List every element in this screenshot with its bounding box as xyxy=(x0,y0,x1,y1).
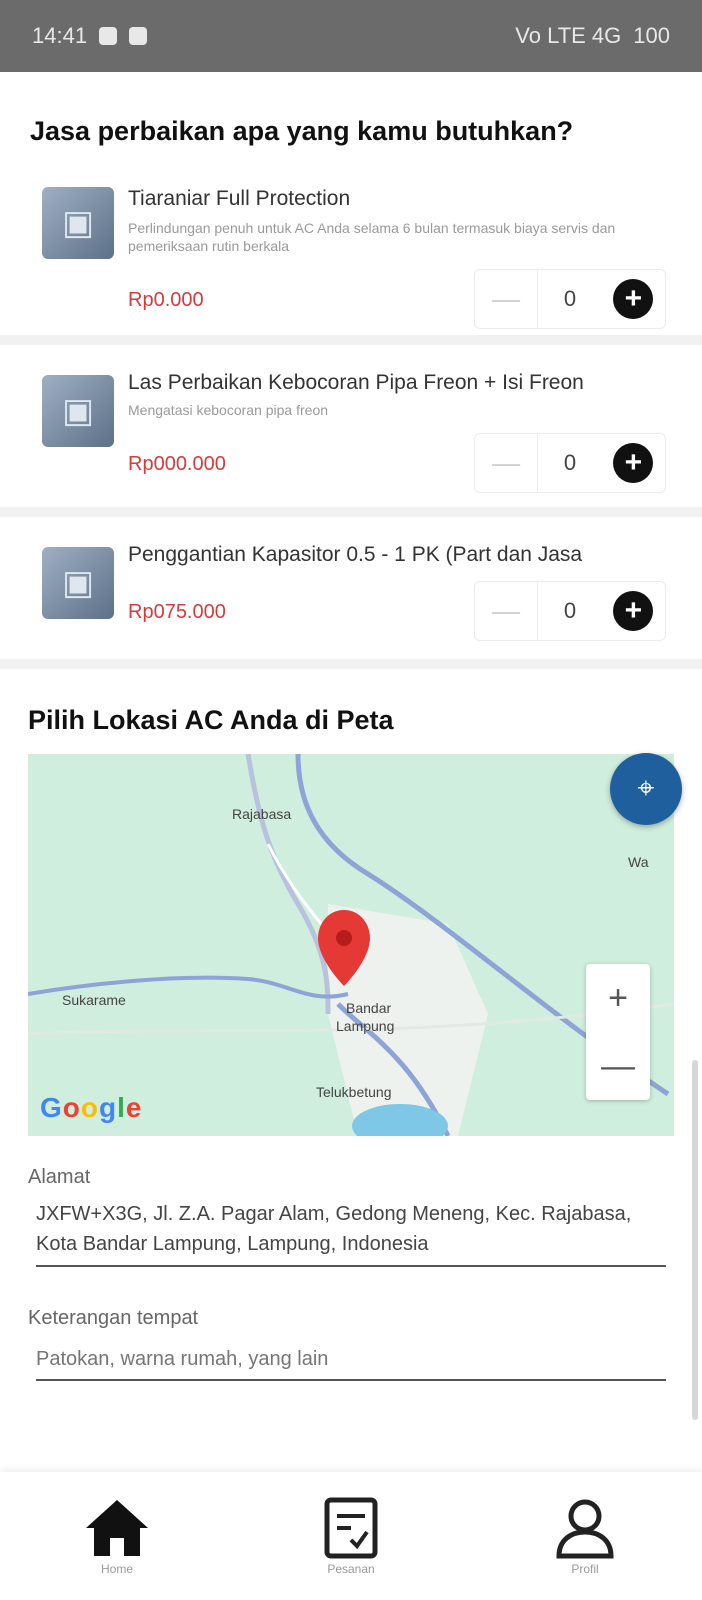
service-image-icon: ▣ xyxy=(42,187,114,259)
locate-icon: ⌖ xyxy=(637,772,655,805)
quantity-value: 0 xyxy=(563,286,577,311)
nav-profile-label: Profil xyxy=(571,1562,599,1576)
main-content[interactable]: Jasa perbaikan apa yang kamu butuhkan? ▣… xyxy=(0,72,702,1472)
service-name: Penggantian Kapasitor 0.5 - 1 PK (Part d… xyxy=(128,543,583,566)
address-field[interactable]: JXFW+X3G, Jl. Z.A. Pagar Alam, Gedong Me… xyxy=(36,1199,666,1267)
decrement-button[interactable]: — xyxy=(475,270,539,328)
service-item: ▣ Tiaraniar Full Protection Perlindungan… xyxy=(0,157,702,345)
google-logo: Google xyxy=(40,1092,143,1123)
map-label: Bandar xyxy=(346,1000,392,1016)
plus-icon: + xyxy=(613,279,654,319)
network-status: Vo LTE 4G xyxy=(515,23,622,48)
zoom-out-button[interactable]: — xyxy=(586,1032,650,1100)
map-label: Telukbetung xyxy=(316,1084,392,1100)
place-note-label: Keterangan tempat xyxy=(28,1307,199,1329)
increment-button[interactable]: + xyxy=(602,582,665,640)
nav-profile[interactable]: Profil xyxy=(525,1496,645,1576)
address-label: Alamat xyxy=(28,1166,91,1188)
zoom-in-button[interactable]: + xyxy=(586,964,650,1032)
increment-button[interactable]: + xyxy=(602,270,665,328)
nav-orders[interactable]: Pesanan xyxy=(291,1496,411,1576)
map-section: Pilih Lokasi AC Anda di Peta ⌖ Rajabasa … xyxy=(0,669,702,1381)
service-name: Las Perbaikan Kebocoran Pipa Freon + Isi… xyxy=(128,371,584,394)
map-label: Wa xyxy=(628,854,649,870)
notification-icon xyxy=(99,27,118,45)
map-label: Rajabasa xyxy=(232,806,292,822)
location-map[interactable]: Rajabasa Sukarame Bandar Lampung Telukbe… xyxy=(28,754,674,1136)
place-note-input[interactable] xyxy=(36,1340,666,1381)
home-icon xyxy=(86,1500,148,1556)
decrement-button[interactable]: — xyxy=(475,434,539,492)
nav-orders-label: Pesanan xyxy=(327,1562,375,1576)
service-description: Mengatasi kebocoran pipa freon xyxy=(128,402,329,418)
locate-button[interactable]: ⌖ xyxy=(610,753,682,825)
scrollbar[interactable] xyxy=(692,1060,698,1420)
service-price: Rp000.000 xyxy=(128,453,226,475)
nav-home-label: Home xyxy=(100,1562,133,1576)
zoom-controls: + — xyxy=(586,964,650,1100)
quantity-stepper: — 0 + xyxy=(474,269,666,329)
quantity-stepper: — 0 + xyxy=(474,433,666,493)
service-description: Perlindungan penuh untuk AC Anda selama … xyxy=(128,220,616,254)
status-bar: 14:41 Vo LTE 4G 100 xyxy=(0,0,702,72)
app-notification-icon xyxy=(129,27,148,45)
map-label: Sukarame xyxy=(62,992,126,1008)
map-roads xyxy=(28,754,674,1136)
increment-button[interactable]: + xyxy=(602,434,665,492)
battery-level: 100 xyxy=(633,23,670,48)
profile-icon xyxy=(556,1499,614,1559)
service-name: Tiaraniar Full Protection xyxy=(128,187,351,210)
map-label: Lampung xyxy=(336,1018,395,1034)
service-price: Rp0.000 xyxy=(128,289,204,311)
bottom-nav: Home Pesanan Profil xyxy=(0,1472,702,1600)
map-title: Pilih Lokasi AC Anda di Peta xyxy=(28,705,394,735)
services-title: Jasa perbaikan apa yang kamu butuhkan? xyxy=(30,116,574,146)
quantity-stepper: — 0 + xyxy=(474,581,666,641)
service-item: ▣ Las Perbaikan Kebocoran Pipa Freon + I… xyxy=(0,345,702,517)
service-image-icon: ▣ xyxy=(42,547,114,619)
service-item: ▣ Penggantian Kapasitor 0.5 - 1 PK (Part… xyxy=(0,517,702,669)
status-bar-right: Vo LTE 4G 100 xyxy=(515,23,670,49)
status-bar-left: 14:41 xyxy=(32,23,148,49)
decrement-button[interactable]: — xyxy=(475,582,539,640)
status-time: 14:41 xyxy=(32,23,88,48)
quantity-value: 0 xyxy=(563,598,577,623)
orders-icon xyxy=(324,1497,378,1559)
service-price: Rp075.000 xyxy=(128,601,226,623)
quantity-value: 0 xyxy=(563,450,577,475)
plus-icon: + xyxy=(613,591,654,631)
plus-icon: + xyxy=(613,443,654,483)
nav-home[interactable]: Home xyxy=(57,1496,177,1576)
service-image-icon: ▣ xyxy=(42,375,114,447)
